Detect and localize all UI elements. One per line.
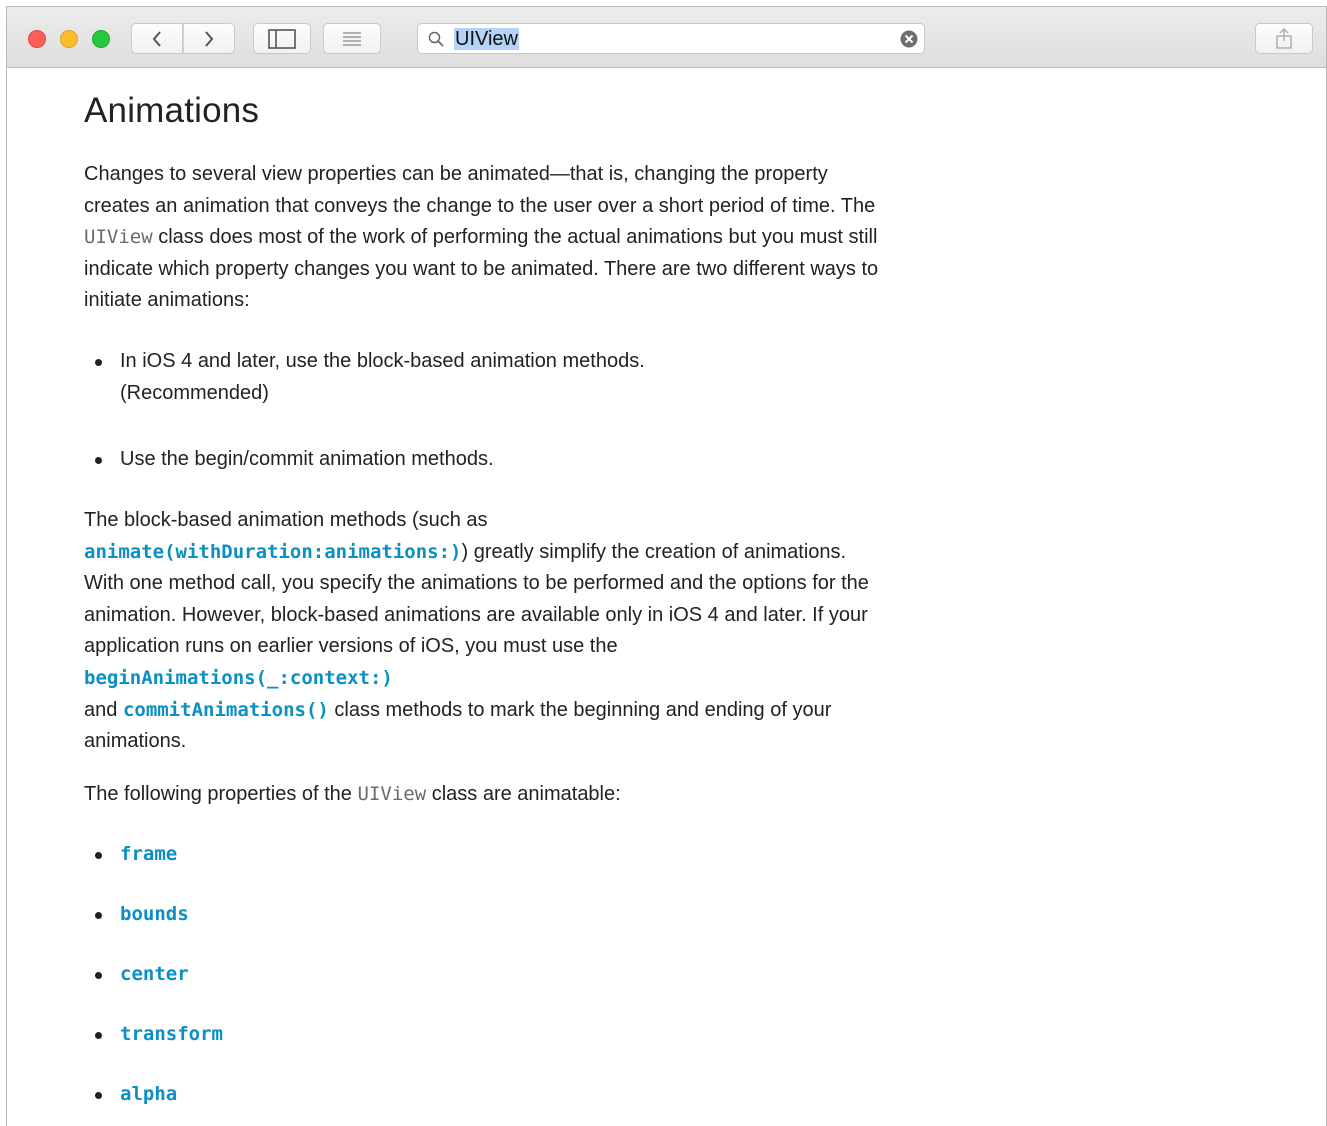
frame-property-link[interactable]: frame: [120, 843, 177, 865]
transform-property-link[interactable]: transform: [120, 1023, 223, 1045]
commit-animations-link[interactable]: commitAnimations(): [123, 699, 329, 721]
bullet-icon: [95, 457, 102, 464]
animatable-properties-paragraph: The following properties of the UIView c…: [84, 779, 884, 811]
property-list-item: center: [95, 959, 820, 991]
bounds-property-link[interactable]: bounds: [120, 903, 189, 925]
search-input[interactable]: UIView: [417, 23, 925, 54]
property-list-item: transform: [95, 1019, 820, 1051]
search-icon: [428, 31, 444, 47]
bullet-icon: [95, 972, 102, 979]
forward-button[interactable]: [183, 23, 235, 54]
block-methods-paragraph: The block-based animation methods (such …: [84, 505, 884, 758]
share-button[interactable]: [1255, 23, 1313, 54]
paragraph-text: The block-based animation methods (such …: [84, 509, 488, 531]
bullet-icon: [95, 912, 102, 919]
search-query-text[interactable]: UIView: [454, 28, 519, 50]
bullet-icon: [95, 359, 102, 366]
sidebar-toggle-button[interactable]: [253, 23, 311, 54]
share-icon: [1276, 27, 1292, 49]
intro-text-start: Changes to several view properties can b…: [84, 163, 876, 217]
uiview-code: UIView: [357, 783, 427, 805]
list-item-text: Use the begin/commit animation methods.: [120, 448, 494, 470]
sidebar-icon: [268, 28, 296, 49]
begin-animations-link[interactable]: beginAnimations(_:context:): [84, 667, 393, 689]
bullet-icon: [95, 1032, 102, 1039]
list-item-text: (Recommended): [120, 381, 269, 404]
toolbar: UIView: [7, 7, 1326, 68]
property-list-item: alpha: [95, 1079, 820, 1111]
property-list-item: frame: [95, 839, 820, 871]
bullet-icon: [95, 1092, 102, 1099]
table-of-contents-button[interactable]: [323, 23, 381, 54]
close-window-button[interactable]: [28, 30, 46, 48]
intro-paragraph: Changes to several view properties can b…: [84, 159, 884, 317]
zoom-window-button[interactable]: [92, 30, 110, 48]
chevron-left-icon: [152, 30, 161, 47]
bullet-icon: [95, 852, 102, 859]
list-item: In iOS 4 and later, use the block-based …: [95, 346, 820, 409]
animate-with-duration-link[interactable]: animate(withDuration:animations:): [84, 541, 462, 563]
page-title: Animations: [84, 91, 260, 130]
center-property-link[interactable]: center: [120, 963, 189, 985]
list-item-text: In iOS 4 and later, use the block-based …: [120, 350, 645, 372]
back-button[interactable]: [131, 23, 183, 54]
uiview-code: UIView: [84, 226, 153, 249]
property-list-item: bounds: [95, 899, 820, 931]
minimize-window-button[interactable]: [60, 30, 78, 48]
list-icon: [343, 31, 361, 46]
paragraph-text: class are animatable:: [426, 783, 621, 805]
alpha-property-link[interactable]: alpha: [120, 1083, 177, 1105]
paragraph-text: The following properties of the: [84, 783, 358, 805]
browser-window: UIView Animations Changes to several vie…: [6, 6, 1327, 1126]
chevron-right-icon: [205, 30, 214, 47]
list-item: Use the begin/commit animation methods.: [95, 444, 820, 476]
intro-text-end: class does most of the work of performin…: [84, 226, 879, 312]
paragraph-text: and: [84, 698, 123, 721]
clear-search-icon[interactable]: [900, 30, 918, 48]
